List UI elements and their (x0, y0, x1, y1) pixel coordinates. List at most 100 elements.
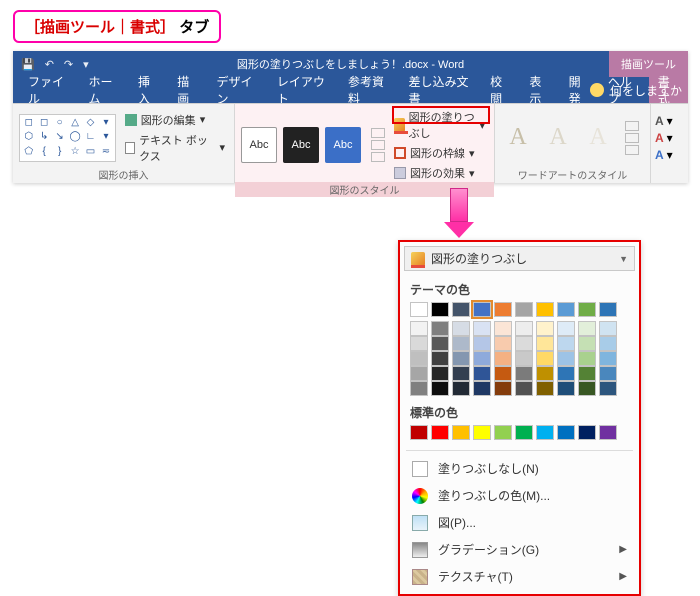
color-swatch[interactable] (599, 381, 617, 396)
color-swatch[interactable] (599, 336, 617, 351)
style-preset-2[interactable]: Abc (283, 127, 319, 163)
color-swatch[interactable] (599, 425, 617, 440)
color-swatch[interactable] (494, 381, 512, 396)
color-swatch[interactable] (557, 381, 575, 396)
color-swatch[interactable] (515, 366, 533, 381)
color-swatch[interactable] (473, 425, 491, 440)
color-swatch[interactable] (494, 351, 512, 366)
color-swatch[interactable] (536, 302, 554, 317)
color-swatch[interactable] (452, 336, 470, 351)
tab-draw[interactable]: 描画 (168, 77, 207, 103)
color-swatch[interactable] (599, 302, 617, 317)
shape-fill-button[interactable]: 図形の塗りつぶし ▾ (391, 108, 488, 142)
color-swatch[interactable] (557, 351, 575, 366)
tab-layout[interactable]: レイアウト (268, 77, 339, 103)
dropdown-header-button[interactable]: 図形の塗りつぶし ▼ (404, 246, 635, 271)
color-swatch[interactable] (515, 321, 533, 336)
color-swatch[interactable] (515, 425, 533, 440)
color-swatch[interactable] (599, 351, 617, 366)
color-swatch[interactable] (536, 336, 554, 351)
color-swatch[interactable] (410, 321, 428, 336)
color-swatch[interactable] (557, 302, 575, 317)
color-swatch[interactable] (473, 351, 491, 366)
color-swatch[interactable] (494, 336, 512, 351)
shape-style-gallery[interactable]: Abc Abc Abc (241, 127, 385, 163)
color-swatch[interactable] (515, 302, 533, 317)
tab-view[interactable]: 表示 (520, 77, 559, 103)
qat-customize-icon[interactable]: ▾ (83, 58, 89, 71)
color-swatch[interactable] (452, 425, 470, 440)
color-swatch[interactable] (536, 381, 554, 396)
tab-references[interactable]: 参考資料 (339, 77, 399, 103)
color-swatch[interactable] (557, 425, 575, 440)
shape-outline-button[interactable]: 図形の枠線 ▾ (391, 144, 488, 162)
color-swatch[interactable] (494, 302, 512, 317)
undo-icon[interactable]: ↶ (45, 58, 54, 71)
edit-shape-button[interactable]: 図形の編集 ▾ (122, 111, 228, 129)
color-swatch[interactable] (452, 351, 470, 366)
color-swatch[interactable] (431, 366, 449, 381)
textbox-button[interactable]: テキスト ボックス ▾ (122, 131, 228, 165)
style-preset-3[interactable]: Abc (325, 127, 361, 163)
color-swatch[interactable] (452, 302, 470, 317)
color-swatch[interactable] (431, 381, 449, 396)
shapes-gallery[interactable]: ◻◻○△◇▾ ⬡↳↘◯∟▾ ⬠{}☆▭≂ (19, 114, 116, 162)
color-swatch[interactable] (473, 321, 491, 336)
text-effects-button[interactable]: A ▾ (655, 148, 673, 162)
tab-design[interactable]: デザイン (207, 77, 267, 103)
color-swatch[interactable] (410, 366, 428, 381)
color-swatch[interactable] (536, 366, 554, 381)
color-swatch[interactable] (473, 381, 491, 396)
color-swatch[interactable] (431, 425, 449, 440)
color-swatch[interactable] (578, 425, 596, 440)
text-fill-button[interactable]: A ▾ (655, 114, 673, 128)
more-fill-colors-item[interactable]: 塗りつぶしの色(M)... (400, 482, 639, 509)
wordart-preset-1[interactable]: A (501, 121, 535, 155)
save-icon[interactable]: 💾 (21, 58, 35, 71)
style-gallery-more[interactable] (371, 128, 385, 162)
color-swatch[interactable] (473, 336, 491, 351)
color-swatch[interactable] (599, 366, 617, 381)
color-swatch[interactable] (473, 302, 491, 317)
color-swatch[interactable] (494, 425, 512, 440)
color-swatch[interactable] (452, 381, 470, 396)
no-fill-item[interactable]: 塗りつぶしなし(N) (400, 455, 639, 482)
color-swatch[interactable] (536, 321, 554, 336)
color-swatch[interactable] (557, 336, 575, 351)
color-swatch[interactable] (410, 336, 428, 351)
color-swatch[interactable] (473, 366, 491, 381)
color-swatch[interactable] (494, 321, 512, 336)
color-swatch[interactable] (515, 336, 533, 351)
color-swatch[interactable] (452, 366, 470, 381)
tab-home[interactable]: ホーム (79, 77, 129, 103)
color-swatch[interactable] (536, 351, 554, 366)
texture-fill-item[interactable]: テクスチャ(T) ▶ (400, 563, 639, 590)
text-outline-button[interactable]: A ▾ (655, 131, 673, 145)
color-swatch[interactable] (431, 336, 449, 351)
color-swatch[interactable] (452, 321, 470, 336)
color-swatch[interactable] (578, 366, 596, 381)
color-swatch[interactable] (578, 302, 596, 317)
tab-insert[interactable]: 挿入 (129, 77, 168, 103)
tab-review[interactable]: 校閲 (481, 77, 520, 103)
color-swatch[interactable] (431, 321, 449, 336)
color-swatch[interactable] (578, 336, 596, 351)
tab-file[interactable]: ファイル (19, 77, 79, 103)
picture-fill-item[interactable]: 図(P)... (400, 509, 639, 536)
redo-icon[interactable]: ↷ (64, 58, 73, 71)
color-swatch[interactable] (557, 366, 575, 381)
wordart-preset-3[interactable]: A (581, 121, 615, 155)
color-swatch[interactable] (431, 351, 449, 366)
shape-effects-button[interactable]: 図形の効果 ▾ (391, 164, 488, 182)
tab-mailings[interactable]: 差し込み文書 (399, 77, 481, 103)
style-preset-1[interactable]: Abc (241, 127, 277, 163)
color-swatch[interactable] (599, 321, 617, 336)
color-swatch[interactable] (557, 321, 575, 336)
tell-me-bulb-icon[interactable] (590, 83, 604, 97)
color-swatch[interactable] (410, 425, 428, 440)
color-swatch[interactable] (431, 302, 449, 317)
color-swatch[interactable] (536, 425, 554, 440)
gradient-fill-item[interactable]: グラデーション(G) ▶ (400, 536, 639, 563)
tell-me-text[interactable]: 何をしますか (610, 82, 682, 99)
color-swatch[interactable] (578, 351, 596, 366)
